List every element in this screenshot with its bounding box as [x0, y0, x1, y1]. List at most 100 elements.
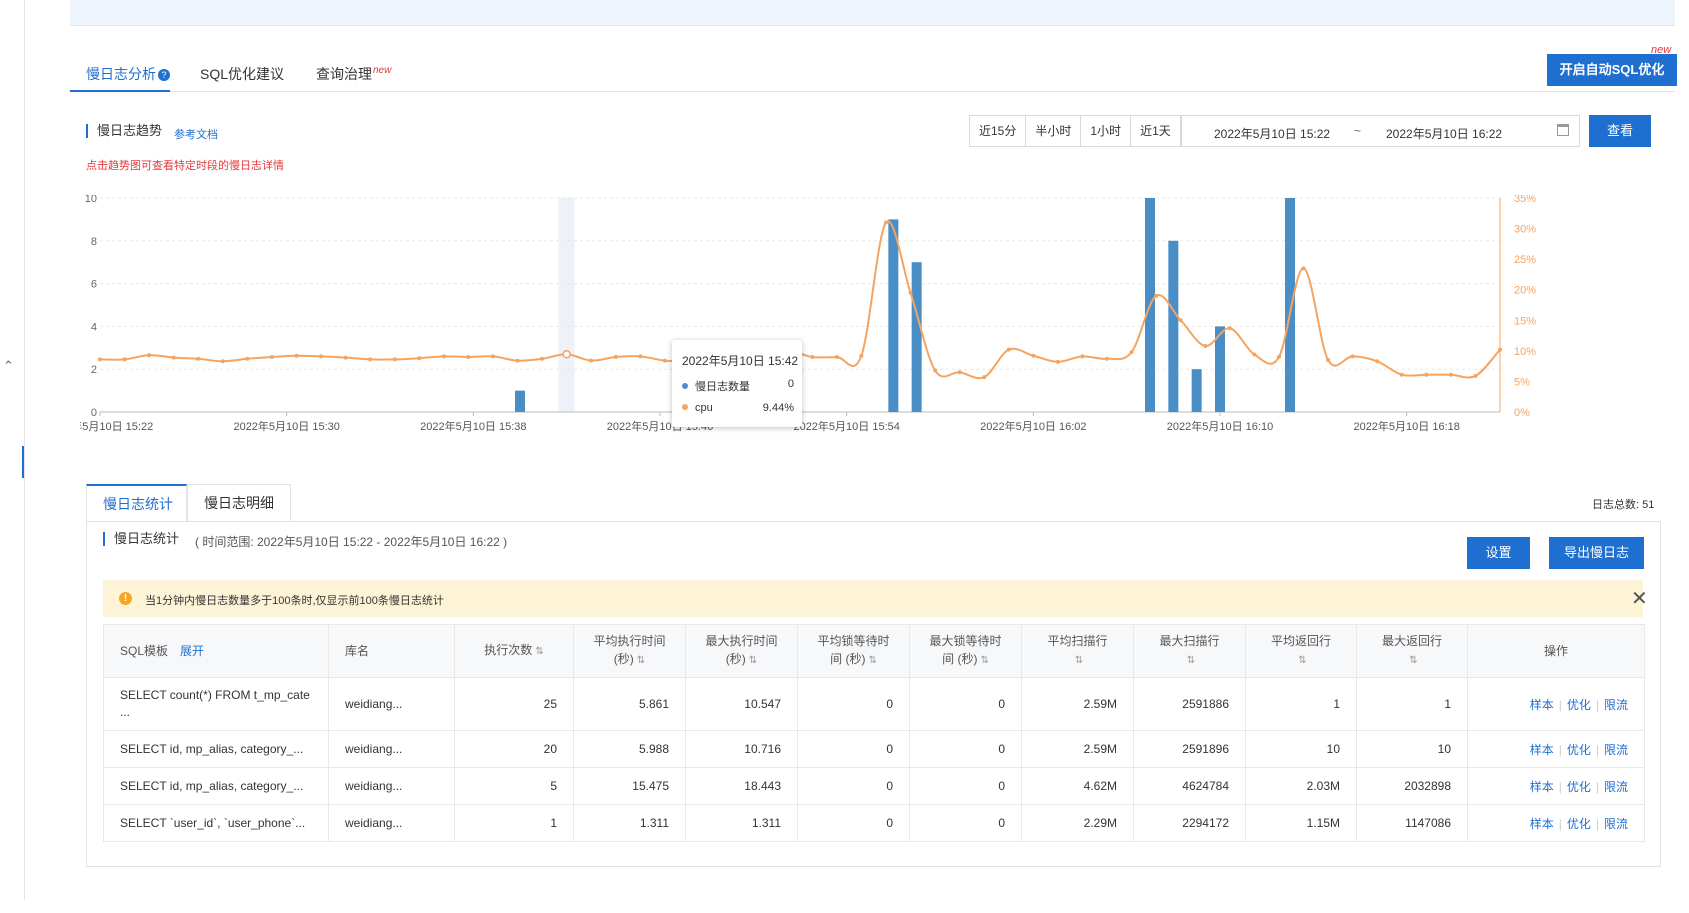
sort-icon[interactable]: ⇅ [1409, 655, 1417, 666]
sort-icon[interactable]: ⇅ [1075, 655, 1083, 666]
cpu-point[interactable] [1006, 347, 1011, 352]
cpu-point[interactable] [613, 354, 618, 359]
cpu-point[interactable] [220, 359, 225, 364]
cpu-point[interactable] [269, 354, 274, 359]
throttle-link[interactable]: 限流 [1604, 698, 1628, 712]
col-avg-exec-time[interactable]: 平均执行时间 (秒) ⇅ [573, 624, 686, 678]
close-icon[interactable]: ✕ [1631, 586, 1648, 611]
cpu-point[interactable] [883, 220, 888, 225]
throttle-link[interactable]: 限流 [1604, 780, 1628, 794]
expand-link[interactable]: 展开 [180, 644, 204, 658]
sort-icon[interactable]: ⇅ [1187, 655, 1195, 666]
cpu-point[interactable] [1448, 372, 1453, 377]
table-row[interactable]: SELECT id, mp_alias, category_... weidian… [103, 767, 1645, 805]
sample-link[interactable]: 样本 [1530, 743, 1554, 757]
cpu-point[interactable] [1326, 358, 1331, 363]
table-row[interactable]: SELECT id, mp_alias, category_... weidian… [103, 730, 1645, 768]
range-30min-button[interactable]: 半小时 [1026, 116, 1082, 146]
cpu-point[interactable] [662, 358, 667, 363]
cpu-point[interactable] [562, 350, 571, 359]
sort-icon[interactable]: ⇅ [1298, 655, 1306, 666]
optimize-link[interactable]: 优化 [1567, 743, 1591, 757]
col-avg-lock-wait[interactable]: 平均锁等待时间 (秒) ⇅ [797, 624, 910, 678]
table-row[interactable]: SELECT `user_id`, `user_phone`... weidian… [103, 804, 1645, 842]
cpu-point[interactable] [466, 354, 471, 359]
cpu-point[interactable] [147, 353, 152, 358]
cpu-point[interactable] [1498, 347, 1502, 352]
cpu-point[interactable] [196, 356, 201, 361]
calendar-icon[interactable] [1557, 124, 1569, 136]
cpu-point[interactable] [1399, 372, 1404, 377]
cpu-point[interactable] [1375, 359, 1380, 364]
cpu-point[interactable] [638, 354, 643, 359]
cpu-point[interactable] [122, 357, 127, 362]
cpu-point[interactable] [441, 354, 446, 359]
cpu-point[interactable] [859, 353, 864, 358]
help-icon[interactable]: ? [158, 69, 170, 81]
col-avg-return-rows[interactable]: 平均返回行 ⇅ [1245, 624, 1357, 678]
col-max-scan-rows[interactable]: 最大扫描行 ⇅ [1133, 624, 1246, 678]
date-end[interactable]: 2022年5月10日 16:22 [1386, 125, 1502, 142]
cpu-point[interactable] [908, 290, 913, 295]
export-slow-log-button[interactable]: 导出慢日志 [1549, 537, 1644, 569]
col-max-exec-time[interactable]: 最大执行时间 (秒) ⇅ [685, 624, 798, 678]
cpu-point[interactable] [392, 357, 397, 362]
tab-slow-log-stats[interactable]: 慢日志统计 [86, 484, 187, 522]
cpu-point[interactable] [171, 355, 176, 360]
sql-template-cell[interactable]: SELECT id, mp_alias, category_... [103, 730, 329, 768]
cpu-point[interactable] [540, 356, 545, 361]
sort-icon[interactable]: ⇅ [868, 655, 876, 666]
cpu-point[interactable] [1105, 356, 1110, 361]
sort-icon[interactable]: ⇅ [749, 655, 757, 666]
cpu-point[interactable] [982, 375, 987, 380]
cpu-point[interactable] [810, 354, 815, 359]
tab-sql-optimization[interactable]: SQL优化建议 [200, 64, 284, 84]
col-exec-count[interactable]: 执行次数 ⇅ [454, 624, 574, 678]
cpu-point[interactable] [1252, 352, 1257, 357]
range-1hour-button[interactable]: 1小时 [1081, 116, 1132, 146]
cpu-point[interactable] [294, 353, 299, 358]
cpu-point[interactable] [1350, 354, 1355, 359]
cpu-point[interactable] [834, 354, 839, 359]
bar-slow-log-count[interactable] [1168, 240, 1179, 412]
col-max-return-rows[interactable]: 最大返回行 ⇅ [1356, 624, 1468, 678]
date-range-picker[interactable]: 2022年5月10日 15:22 ~ 2022年5月10日 16:22 [1181, 115, 1580, 147]
cpu-point[interactable] [957, 370, 962, 375]
cpu-point[interactable] [1473, 373, 1478, 378]
tab-slow-log-detail[interactable]: 慢日志明细 [187, 484, 291, 522]
cpu-point[interactable] [319, 354, 324, 359]
sort-icon[interactable]: ⇅ [637, 655, 645, 666]
col-max-lock-wait[interactable]: 最大锁等待时间 (秒) ⇅ [909, 624, 1022, 678]
slow-log-trend-chart[interactable]: 0 2 4 6 8 10 0% 5% 10% 15% 20% 25% 30% 35% 2022年5月10日 … [80, 195, 1640, 470]
tab-query-governance[interactable]: 查询治理new [316, 64, 391, 84]
table-row[interactable]: SELECT count(*) FROM t_mp_cate ... weidia… [103, 677, 1645, 731]
sql-template-cell[interactable]: SELECT `user_id`, `user_phone`... [103, 804, 329, 842]
settings-button[interactable]: 设置 [1467, 537, 1530, 569]
cpu-point[interactable] [1227, 326, 1232, 331]
sample-link[interactable]: 样本 [1530, 698, 1554, 712]
sample-link[interactable]: 样本 [1530, 817, 1554, 831]
range-15min-button[interactable]: 近15分 [970, 116, 1027, 146]
cpu-point[interactable] [1154, 293, 1159, 298]
cpu-point[interactable] [245, 356, 250, 361]
throttle-link[interactable]: 限流 [1604, 817, 1628, 831]
sort-icon[interactable]: ⇅ [980, 655, 988, 666]
cpu-point[interactable] [490, 354, 495, 359]
chevron-up-icon[interactable]: ⌃ [3, 358, 14, 374]
col-avg-scan-rows[interactable]: 平均扫描行 ⇅ [1021, 624, 1134, 678]
sort-icon[interactable]: ⇅ [535, 646, 543, 657]
optimize-link[interactable]: 优化 [1567, 780, 1591, 794]
auto-sql-optimize-button[interactable]: 开启自动SQL优化 [1547, 54, 1677, 86]
cpu-point[interactable] [515, 358, 520, 363]
optimize-link[interactable]: 优化 [1567, 817, 1591, 831]
cpu-point[interactable] [1276, 354, 1281, 359]
bar-slow-log-count[interactable] [888, 219, 899, 412]
cpu-point[interactable] [1031, 353, 1036, 358]
cpu-point[interactable] [1129, 350, 1134, 355]
cpu-point[interactable] [1178, 318, 1183, 323]
cpu-point[interactable] [1424, 372, 1429, 377]
sql-template-cell[interactable]: SELECT id, mp_alias, category_... [103, 767, 329, 805]
range-1day-button[interactable]: 近1天 [1131, 116, 1180, 146]
tab-slow-log-analysis[interactable]: 慢日志分析? [86, 64, 170, 84]
cpu-point[interactable] [1055, 359, 1060, 364]
